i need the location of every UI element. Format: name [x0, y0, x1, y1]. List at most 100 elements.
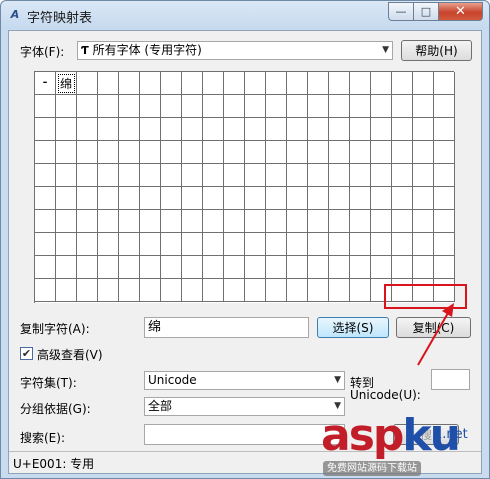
grid-cell[interactable] — [119, 95, 140, 118]
grid-cell[interactable] — [329, 95, 350, 118]
grid-cell[interactable] — [203, 233, 224, 256]
grid-cell[interactable] — [392, 256, 413, 279]
grid-cell[interactable] — [392, 187, 413, 210]
grid-cell[interactable] — [203, 95, 224, 118]
grid-cell[interactable] — [161, 210, 182, 233]
search-input[interactable] — [144, 424, 345, 445]
grid-cell[interactable] — [203, 118, 224, 141]
grid-cell[interactable] — [161, 141, 182, 164]
grid-cell[interactable] — [329, 210, 350, 233]
grid-cell[interactable] — [98, 141, 119, 164]
grid-cell[interactable] — [161, 279, 182, 302]
grid-cell[interactable] — [413, 187, 434, 210]
grid-cell[interactable] — [413, 210, 434, 233]
grid-cell[interactable] — [434, 187, 455, 210]
grid-cell[interactable] — [77, 256, 98, 279]
grid-cell[interactable] — [329, 164, 350, 187]
grid-cell[interactable] — [119, 233, 140, 256]
grid-cell[interactable] — [35, 187, 56, 210]
grid-cell[interactable] — [224, 164, 245, 187]
grid-cell[interactable] — [350, 72, 371, 95]
grid-cell[interactable] — [203, 256, 224, 279]
group-by-select[interactable]: 全部 ▼ — [144, 397, 345, 416]
grid-cell[interactable] — [245, 141, 266, 164]
grid-cell[interactable] — [119, 118, 140, 141]
grid-cell[interactable] — [266, 118, 287, 141]
grid-cell[interactable] — [245, 118, 266, 141]
grid-cell[interactable] — [77, 141, 98, 164]
grid-cell[interactable] — [161, 256, 182, 279]
grid-cell[interactable] — [224, 95, 245, 118]
grid-cell[interactable] — [245, 72, 266, 95]
grid-cell[interactable] — [287, 118, 308, 141]
grid-cell[interactable] — [140, 164, 161, 187]
grid-cell[interactable] — [35, 95, 56, 118]
help-button[interactable]: 帮助(H) — [401, 40, 472, 61]
grid-cell[interactable] — [98, 164, 119, 187]
grid-cell[interactable] — [119, 187, 140, 210]
grid-cell[interactable] — [392, 164, 413, 187]
grid-cell[interactable] — [161, 233, 182, 256]
grid-cell[interactable] — [56, 210, 77, 233]
grid-cell[interactable] — [371, 233, 392, 256]
grid-cell[interactable] — [35, 164, 56, 187]
grid-cell[interactable] — [182, 187, 203, 210]
grid-cell[interactable] — [182, 256, 203, 279]
grid-cell[interactable] — [434, 256, 455, 279]
grid-cell[interactable] — [434, 72, 455, 95]
grid-cell[interactable] — [140, 233, 161, 256]
grid-cell[interactable] — [413, 164, 434, 187]
grid-cell[interactable] — [56, 256, 77, 279]
grid-cell[interactable] — [413, 233, 434, 256]
grid-cell[interactable] — [119, 279, 140, 302]
grid-cell[interactable] — [182, 233, 203, 256]
grid-cell[interactable] — [329, 118, 350, 141]
grid-cell[interactable] — [98, 187, 119, 210]
grid-cell[interactable] — [434, 141, 455, 164]
grid-cell[interactable] — [140, 187, 161, 210]
grid-cell[interactable] — [392, 233, 413, 256]
grid-cell[interactable] — [287, 141, 308, 164]
charset-select[interactable]: Unicode ▼ — [144, 371, 345, 390]
grid-cell[interactable] — [266, 72, 287, 95]
grid-cell[interactable] — [287, 95, 308, 118]
grid-cell[interactable] — [245, 233, 266, 256]
grid-cell[interactable] — [224, 118, 245, 141]
grid-cell[interactable] — [350, 210, 371, 233]
grid-cell[interactable] — [308, 233, 329, 256]
grid-cell[interactable] — [245, 279, 266, 302]
grid-cell[interactable] — [308, 187, 329, 210]
grid-cell[interactable] — [308, 95, 329, 118]
grid-cell[interactable] — [77, 187, 98, 210]
grid-cell[interactable] — [56, 164, 77, 187]
grid-cell[interactable] — [266, 233, 287, 256]
grid-cell[interactable] — [245, 95, 266, 118]
grid-cell[interactable] — [308, 279, 329, 302]
grid-cell[interactable] — [35, 233, 56, 256]
grid-cell[interactable] — [35, 256, 56, 279]
grid-cell[interactable] — [77, 210, 98, 233]
grid-cell[interactable] — [245, 187, 266, 210]
grid-cell[interactable] — [287, 233, 308, 256]
grid-cell[interactable] — [203, 164, 224, 187]
grid-cell[interactable] — [266, 141, 287, 164]
grid-cell[interactable] — [35, 210, 56, 233]
grid-cell[interactable] — [413, 72, 434, 95]
grid-cell[interactable] — [56, 233, 77, 256]
grid-cell[interactable] — [98, 95, 119, 118]
grid-cell[interactable] — [308, 256, 329, 279]
close-button[interactable]: ✕ — [439, 2, 483, 21]
grid-cell[interactable] — [308, 210, 329, 233]
grid-cell[interactable] — [266, 210, 287, 233]
grid-cell[interactable] — [224, 256, 245, 279]
grid-cell[interactable] — [98, 233, 119, 256]
grid-cell[interactable] — [77, 279, 98, 302]
grid-cell[interactable] — [203, 141, 224, 164]
grid-cell[interactable] — [182, 118, 203, 141]
grid-cell[interactable] — [434, 210, 455, 233]
grid-cell[interactable] — [56, 118, 77, 141]
grid-cell[interactable] — [140, 141, 161, 164]
grid-cell[interactable]: 绵 — [56, 72, 77, 95]
grid-cell[interactable] — [98, 256, 119, 279]
grid-cell[interactable] — [371, 141, 392, 164]
